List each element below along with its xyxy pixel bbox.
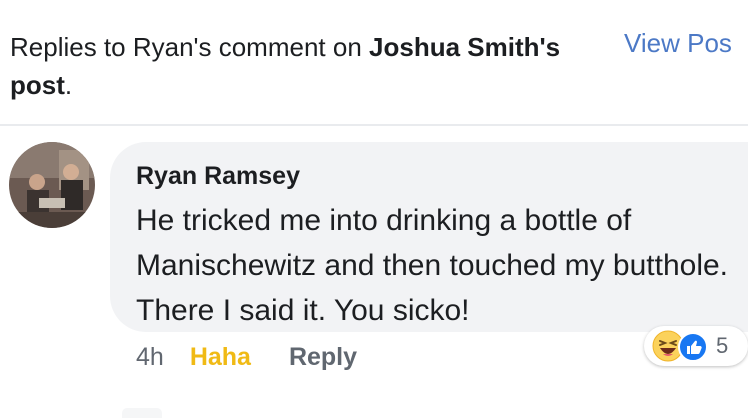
header-prefix: Replies to Ryan's comment on — [10, 32, 370, 62]
reply-button[interactable]: Reply — [289, 340, 357, 374]
haha-reaction-button[interactable]: Haha — [190, 340, 251, 374]
next-item-edge — [122, 408, 162, 418]
like-thumb-icon — [678, 332, 708, 362]
header-suffix: . — [64, 70, 73, 100]
comment-actions: 4h Haha Reply — [136, 340, 357, 374]
view-post-link[interactable]: View Pos — [624, 28, 732, 58]
comment-text: He tricked me into drinking a bottle of … — [136, 204, 729, 327]
avatar[interactable] — [9, 142, 95, 228]
post-owner-link[interactable]: Joshua Smith's — [369, 32, 560, 62]
replies-header-title: Replies to Ryan's comment on Joshua Smit… — [10, 28, 570, 104]
reaction-summary[interactable]: 5 — [644, 326, 748, 366]
header-divider — [0, 124, 748, 126]
comment-author-name[interactable]: Ryan Ramsey — [136, 160, 300, 192]
post-word-link[interactable]: post — [10, 70, 65, 100]
replies-header: Replies to Ryan's comment on Joshua Smit… — [0, 0, 748, 124]
reaction-count: 5 — [716, 333, 729, 358]
comment-timestamp[interactable]: 4h — [136, 340, 164, 374]
